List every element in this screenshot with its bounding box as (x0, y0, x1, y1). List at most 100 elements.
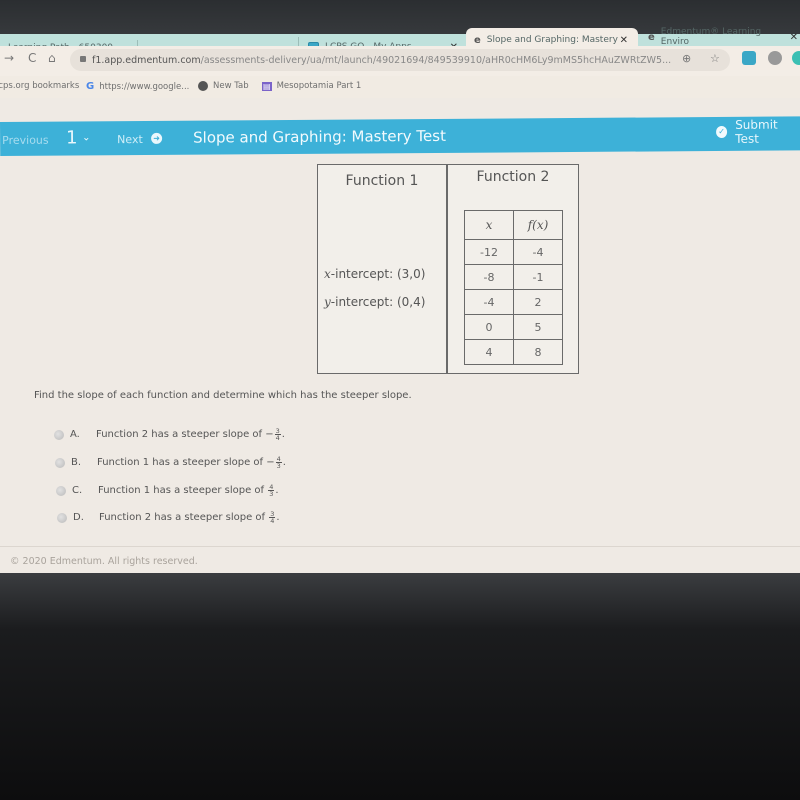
functions-comparison-table: Function 1 Function 2 x-intercept: (3,0)… (317, 164, 579, 374)
cell-x: -8 (464, 264, 514, 290)
footer-divider (0, 546, 800, 547)
copyright-footer: © 2020 Edmentum. All rights reserved. (10, 556, 198, 567)
function2-values-table: x f(x) -12 -4 -8 -1 -4 2 05 48 (464, 210, 563, 365)
x-intercept-text: x-intercept: (3,0) (324, 267, 425, 281)
test-page: Previous 1 ⌄ Next ➜ Slope and Graphing: … (0, 98, 800, 573)
bookmark-google[interactable]: G https://www.google... (86, 81, 189, 92)
y-variable: y (324, 295, 331, 309)
reload-icon[interactable]: C (28, 51, 36, 65)
close-tab-icon[interactable]: ✕ (790, 32, 798, 43)
profile-avatar[interactable] (792, 51, 800, 65)
bookmark-new-tab[interactable]: New Tab (198, 81, 249, 91)
lock-icon (80, 56, 86, 62)
bookmark-lcps[interactable]: lcps.org bookmarks (0, 81, 79, 91)
bookmark-mesopotamia[interactable]: ▤ Mesopotamia Part 1 (262, 81, 361, 91)
x-intercept-value: -intercept: (3,0) (330, 267, 426, 281)
option-sign: − (265, 429, 274, 440)
table-row: 05 (464, 314, 563, 340)
edmentum-icon: e (648, 31, 655, 43)
fraction-denominator: 3 (269, 490, 274, 498)
google-icon: G (86, 81, 95, 92)
slope-fraction: 43 (275, 456, 282, 470)
x-variable: x (324, 267, 331, 281)
browser-toolbar: → C ⌂ f1.app.edmentum.com /assessments-d… (0, 46, 800, 76)
table-row: 48 (464, 339, 563, 365)
page-title: Slope and Graphing: Mastery Test (193, 126, 446, 147)
submit-label: Submit Test (735, 117, 778, 146)
previous-button[interactable]: Previous (2, 134, 49, 147)
slope-fraction: 34 (269, 511, 276, 525)
answer-option-c[interactable]: C. Function 1 has a steeper slope of 43. (56, 484, 279, 497)
close-tab-icon[interactable]: ✕ (620, 35, 628, 46)
bookmark-label: lcps.org bookmarks (0, 81, 80, 91)
forward-icon[interactable]: → (4, 51, 14, 65)
column-divider (446, 165, 448, 373)
bookmark-star-icon[interactable]: ☆ (710, 52, 720, 65)
slope-fraction: 34 (274, 428, 281, 442)
zoom-icon[interactable]: ⊕ (682, 52, 691, 65)
option-sign: − (266, 457, 275, 468)
submit-test-button[interactable]: ✓ Submit Test (716, 117, 800, 146)
cell-x: 0 (464, 314, 514, 340)
cell-fx: 2 (513, 289, 563, 315)
option-text: Function 1 has a steeper slope of (97, 457, 264, 468)
bookmarks-bar: lcps.org bookmarks G https://www.google.… (0, 76, 800, 98)
answer-option-b[interactable]: B. Function 1 has a steeper slope of −4 3… (55, 456, 286, 469)
option-text: Function 1 has a steeper slope of (98, 485, 265, 496)
bookmark-label: Mesopotamia Part 1 (276, 81, 362, 91)
option-letter: D. (73, 512, 84, 523)
test-navigation-bar: Previous 1 ⌄ Next ➜ Slope and Graphing: … (0, 116, 800, 156)
answer-option-d[interactable]: D. Function 2 has a steeper slope of 34. (57, 511, 280, 524)
globe-icon (198, 81, 208, 91)
function1-heading: Function 1 (345, 173, 419, 189)
monitor-bezel-bottom (0, 573, 800, 800)
table-row: -12 -4 (464, 239, 563, 265)
option-text: Function 2 has a steeper slope of (99, 512, 266, 523)
function2-heading: Function 2 (476, 169, 550, 185)
next-button[interactable]: Next (117, 133, 143, 146)
column-header-x: x (464, 210, 514, 240)
column-header-fx: f(x) (513, 210, 563, 240)
check-circle-icon: ✓ (716, 125, 728, 139)
url-path: /assessments-delivery/ua/mt/launch/49021… (200, 54, 672, 66)
address-bar[interactable]: f1.app.edmentum.com /assessments-deliver… (70, 49, 730, 71)
table-row: -4 2 (464, 289, 563, 315)
y-intercept-value: -intercept: (0,4) (330, 295, 426, 309)
cell-fx: -4 (513, 239, 563, 265)
edmentum-icon: e (474, 34, 481, 46)
url-host: f1.app.edmentum.com (92, 54, 201, 66)
question-number-selector[interactable]: 1 (66, 127, 78, 148)
home-icon[interactable]: ⌂ (48, 51, 56, 65)
arrow-right-circle-icon[interactable]: ➜ (151, 132, 163, 144)
cell-x: 4 (464, 339, 514, 365)
option-letter: B. (71, 457, 82, 468)
radio-button[interactable] (56, 485, 66, 496)
option-text: Function 2 has a steeper slope of (96, 429, 263, 440)
answer-option-a[interactable]: A. Function 2 has a steeper slope of −3 4… (54, 428, 285, 441)
radio-button[interactable] (54, 429, 64, 440)
fraction-denominator: 3 (276, 462, 281, 470)
extension-icon[interactable] (768, 51, 782, 65)
radio-button[interactable] (55, 457, 65, 468)
cell-fx: -1 (513, 264, 563, 290)
radio-button[interactable] (57, 512, 67, 523)
option-letter: A. (70, 429, 80, 440)
cell-fx: 8 (513, 339, 563, 365)
fraction-denominator: 4 (275, 434, 280, 442)
table-header-row: x f(x) (464, 210, 563, 240)
extension-cloud-icon[interactable] (742, 51, 756, 65)
cell-x: -4 (464, 289, 514, 315)
bookmark-label: New Tab (213, 81, 249, 91)
slope-fraction: 43 (268, 484, 275, 498)
cell-x: -12 (464, 239, 514, 265)
table-row: -8 -1 (464, 264, 563, 290)
fraction-denominator: 4 (270, 517, 275, 525)
forms-icon: ▤ (262, 81, 272, 91)
cell-fx: 5 (513, 314, 563, 340)
option-letter: C. (72, 485, 83, 496)
y-intercept-text: y-intercept: (0,4) (324, 295, 425, 309)
chevron-down-icon[interactable]: ⌄ (82, 132, 90, 143)
question-prompt: Find the slope of each function and dete… (34, 390, 412, 401)
tab-label: Slope and Graphing: Mastery (486, 35, 618, 45)
tab-label: Edmentum® Learning Enviro (660, 27, 762, 47)
